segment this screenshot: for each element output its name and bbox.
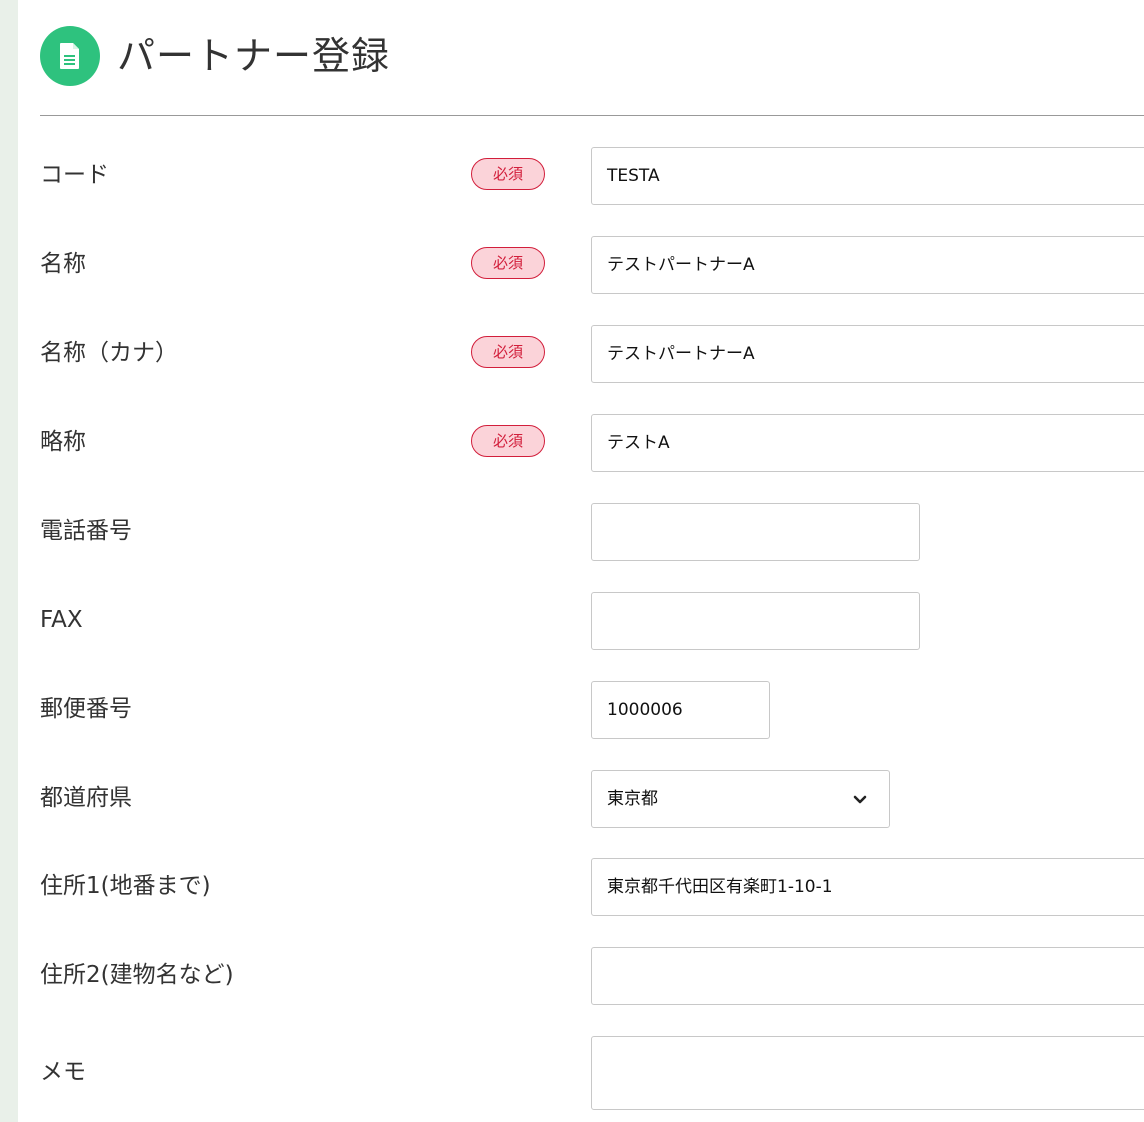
form-row-prefecture: 都道府県 東京都: [18, 770, 1144, 830]
page-title: パートナー登録: [117, 34, 391, 78]
fax-label: FAX: [40, 607, 83, 633]
form-row-name-kana: 名称（カナ） 必須 テストパートナーA: [18, 325, 1144, 385]
address1-label: 住所1(地番まで): [40, 873, 211, 899]
form-row-postal-code: 郵便番号 1000006: [18, 681, 1144, 741]
code-input[interactable]: TESTA: [591, 147, 1144, 205]
short-name-input-value: テストA: [607, 433, 670, 453]
code-input-value: TESTA: [607, 166, 660, 186]
prefecture-label: 都道府県: [40, 785, 132, 811]
address1-input[interactable]: 東京都千代田区有楽町1-10-1: [591, 858, 1144, 916]
page-header: パートナー登録: [40, 24, 390, 88]
postal-code-input[interactable]: 1000006: [591, 681, 770, 739]
form-row-memo: メモ: [18, 1036, 1144, 1110]
form-row-address2: 住所2(建物名など): [18, 947, 1144, 1007]
phone-label: 電話番号: [40, 518, 132, 544]
form-row-address1: 住所1(地番まで) 東京都千代田区有楽町1-10-1: [18, 858, 1144, 918]
form-row-phone: 電話番号: [18, 503, 1144, 563]
name-input[interactable]: テストパートナーA: [591, 236, 1144, 294]
name-kana-input[interactable]: テストパートナーA: [591, 325, 1144, 383]
required-badge: 必須: [471, 336, 545, 368]
form-row-fax: FAX: [18, 592, 1144, 652]
required-badge: 必須: [471, 158, 545, 190]
address2-label: 住所2(建物名など): [40, 962, 234, 988]
postal-code-input-value: 1000006: [607, 700, 683, 720]
required-badge: 必須: [471, 425, 545, 457]
name-label: 名称: [40, 251, 86, 277]
form-row-code: コード 必須 TESTA: [18, 147, 1144, 207]
prefecture-select-value: 東京都: [607, 789, 658, 809]
form-row-short-name: 略称 必須 テストA: [18, 414, 1144, 474]
name-kana-label: 名称（カナ）: [40, 340, 178, 366]
partner-form-panel: パートナー登録 コード 必須 TESTA 名称 必須 テストパートナーA 名称（…: [18, 0, 1144, 1122]
required-badge: 必須: [471, 247, 545, 279]
phone-input[interactable]: [591, 503, 920, 561]
short-name-input[interactable]: テストA: [591, 414, 1144, 472]
address2-input[interactable]: [591, 947, 1144, 1005]
document-icon: [40, 26, 100, 86]
code-label: コード: [40, 162, 109, 188]
memo-label: メモ: [40, 1059, 86, 1085]
chevron-down-icon: [853, 795, 867, 804]
form-row-name: 名称 必須 テストパートナーA: [18, 236, 1144, 296]
memo-textarea[interactable]: [591, 1036, 1144, 1110]
header-divider: [40, 115, 1144, 116]
name-kana-input-value: テストパートナーA: [607, 344, 755, 364]
name-input-value: テストパートナーA: [607, 255, 755, 275]
address1-input-value: 東京都千代田区有楽町1-10-1: [607, 877, 833, 897]
short-name-label: 略称: [40, 429, 86, 455]
postal-code-label: 郵便番号: [40, 696, 132, 722]
sidebar-edge: [0, 0, 18, 1122]
fax-input[interactable]: [591, 592, 920, 650]
prefecture-select[interactable]: 東京都: [591, 770, 890, 828]
